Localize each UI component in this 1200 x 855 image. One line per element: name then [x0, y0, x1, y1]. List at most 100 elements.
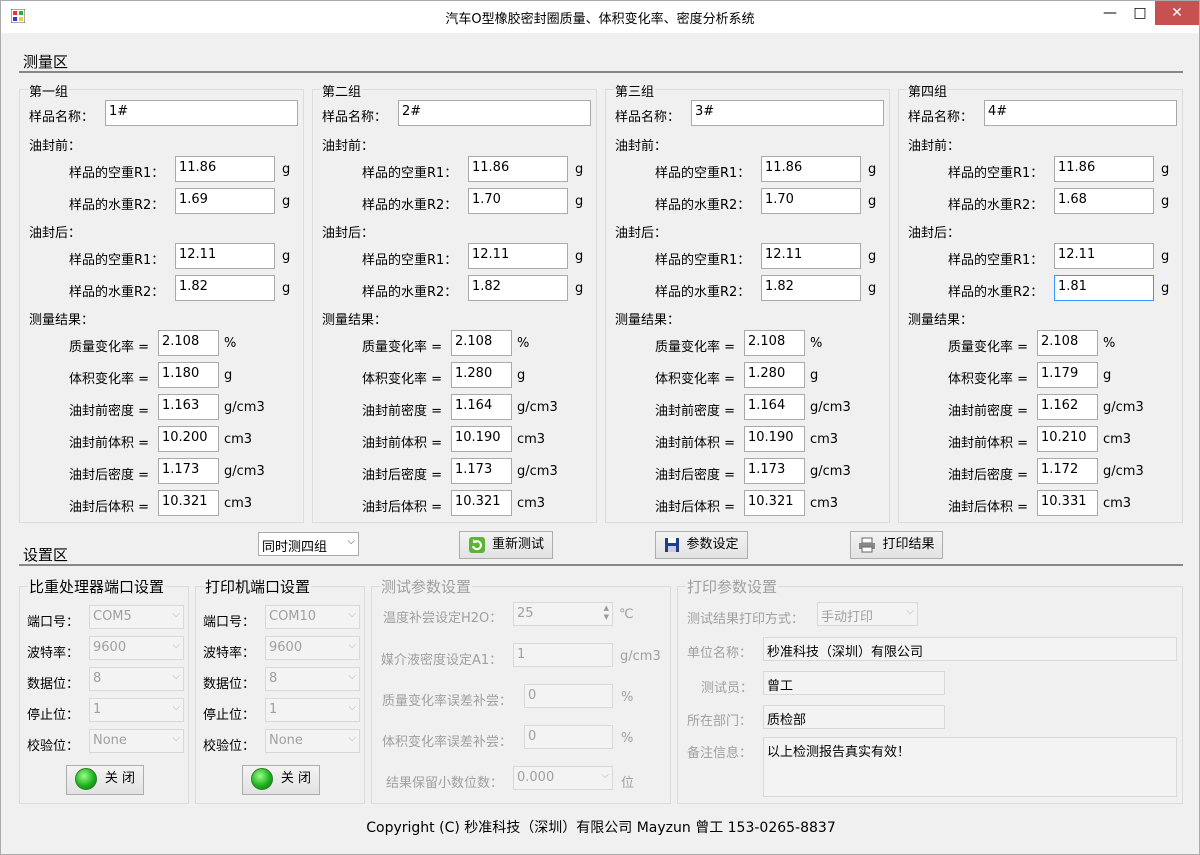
group-2-before-r1-input[interactable]: 11.86 [468, 156, 568, 182]
scale-stop-value: 1 [93, 702, 102, 717]
volume-before-unit: cm3 [810, 432, 839, 447]
group-1-sample-name-input[interactable]: 1# [105, 100, 298, 126]
printer-parity-select[interactable]: None ⌵ [265, 729, 360, 753]
medium-density-field[interactable]: 1 [513, 643, 613, 667]
company-field[interactable]: 秒准科技（深圳）有限公司 [763, 637, 1177, 661]
company-label: 单位名称： [687, 646, 753, 661]
group-3-before-r1-input[interactable]: 11.86 [761, 156, 861, 182]
group-3-before-r2-input[interactable]: 1.70 [761, 188, 861, 214]
group-3-volume-before-value[interactable]: 10.190 [744, 426, 805, 452]
group-1-volume-before-value[interactable]: 10.200 [158, 426, 219, 452]
printer-data-select[interactable]: 8 ⌵ [265, 667, 360, 691]
scale-baud-select[interactable]: 9600 ⌵ [89, 636, 184, 660]
group-2-sample-name-input[interactable]: 2# [398, 100, 591, 126]
printer-data-label: 数据位： [203, 677, 256, 692]
group-4-mass-rate-value[interactable]: 2.108 [1037, 330, 1098, 356]
scale-stop-select[interactable]: 1 ⌵ [89, 698, 184, 722]
group-2-density-before-value[interactable]: 1.164 [451, 394, 512, 420]
group-4-before-r2-input[interactable]: 1.68 [1054, 188, 1154, 214]
group-2-mass-rate-value[interactable]: 2.108 [451, 330, 512, 356]
group-3-mass-rate-value[interactable]: 2.108 [744, 330, 805, 356]
group-3-volume-after-value[interactable]: 10.321 [744, 490, 805, 516]
group-2-after-r2-input[interactable]: 1.82 [468, 275, 568, 301]
before-r1-label: 样品的空重R1： [69, 166, 165, 181]
maximize-button[interactable]: □ [1125, 1, 1155, 25]
decimals-unit: 位 [621, 776, 635, 791]
mass-comp-unit: % [621, 690, 634, 705]
title-bar: 汽车O型橡胶密封圈质量、体积变化率、密度分析系统 — □ ✕ [1, 1, 1199, 33]
printer-port-close-button[interactable]: 关 闭 [242, 765, 320, 795]
printer-parity-value: None [269, 733, 303, 748]
mass-rate-unit: % [224, 336, 237, 351]
chevron-down-icon: ⌵ [172, 733, 180, 744]
department-field[interactable]: 质检部 [763, 705, 945, 729]
group-3-volume-rate-value[interactable]: 1.280 [744, 362, 805, 388]
volume-after-label: 油封后体积 = [362, 500, 443, 515]
group-2-volume-rate-value[interactable]: 1.280 [451, 362, 512, 388]
after-r1-label: 样品的空重R1： [948, 253, 1044, 268]
group-4-after-r1-input[interactable]: 12.11 [1054, 243, 1154, 269]
printer-stop-select[interactable]: 1 ⌵ [265, 698, 360, 722]
group-2-density-after-value[interactable]: 1.173 [451, 458, 512, 484]
group-1-after-r1-input[interactable]: 12.11 [175, 243, 275, 269]
mass-comp-field[interactable]: 0 [524, 684, 613, 708]
print-results-button[interactable]: 打印结果 [850, 531, 943, 559]
remark-textarea[interactable]: 以上检测报告真实有效！ [763, 737, 1177, 797]
group-4-density-before-value[interactable]: 1.162 [1037, 394, 1098, 420]
group-1-after-r2-input[interactable]: 1.82 [175, 275, 275, 301]
measure-mode-select[interactable]: 同时测四组 ⌵ [258, 532, 359, 556]
density-before-unit: g/cm3 [810, 400, 851, 415]
group-4-before-r1-input[interactable]: 11.86 [1054, 156, 1154, 182]
vol-comp-unit: % [621, 731, 634, 746]
tester-field[interactable]: 曾工 [763, 671, 945, 695]
group-2-volume-after-value[interactable]: 10.321 [451, 490, 512, 516]
settings-area-title: 设置区 [23, 546, 69, 564]
unit-g: g [868, 249, 877, 264]
group-2-before-r2-input[interactable]: 1.70 [468, 188, 568, 214]
before-r2-label: 样品的水重R2： [69, 198, 165, 213]
group-1-density-after-value[interactable]: 1.173 [158, 458, 219, 484]
group-3-after-r2-input[interactable]: 1.82 [761, 275, 861, 301]
volume-before-label: 油封前体积 = [948, 436, 1029, 451]
close-window-button[interactable]: ✕ [1155, 1, 1199, 25]
print-mode-select[interactable]: 手动打印 ⌵ [817, 602, 918, 626]
group-4-volume-rate-value[interactable]: 1.179 [1037, 362, 1098, 388]
group-1-before-r1-input[interactable]: 11.86 [175, 156, 275, 182]
scale-port-select[interactable]: COM5 ⌵ [89, 605, 184, 629]
group-1-before-r2-input[interactable]: 1.69 [175, 188, 275, 214]
scale-port-close-button[interactable]: 关 闭 [66, 765, 144, 795]
group-4-volume-after-value[interactable]: 10.331 [1037, 490, 1098, 516]
density-before-unit: g/cm3 [224, 400, 265, 415]
unit-g: g [868, 194, 877, 209]
scale-parity-select[interactable]: None ⌵ [89, 729, 184, 753]
parameter-settings-button[interactable]: 参数设定 [655, 531, 748, 559]
group-3-density-after-value[interactable]: 1.173 [744, 458, 805, 484]
before-r2-label: 样品的水重R2： [948, 198, 1044, 213]
group-4-sample-name-input[interactable]: 4# [984, 100, 1177, 126]
vol-comp-field[interactable]: 0 [524, 725, 613, 749]
group-3-after-r1-input[interactable]: 12.11 [761, 243, 861, 269]
chevron-down-icon: ⌵ [348, 671, 356, 682]
printer-baud-select[interactable]: 9600 ⌵ [265, 636, 360, 660]
refresh-icon [468, 537, 485, 553]
group-4-density-after-value[interactable]: 1.172 [1037, 458, 1098, 484]
group-1-volume-rate-value[interactable]: 1.180 [158, 362, 219, 388]
group-2-after-r1-input[interactable]: 12.11 [468, 243, 568, 269]
unit-g: g [282, 162, 291, 177]
group-2-volume-before-value[interactable]: 10.190 [451, 426, 512, 452]
group-1-mass-rate-value[interactable]: 2.108 [158, 330, 219, 356]
medium-density-unit: g/cm3 [620, 649, 661, 664]
temp-comp-spinner[interactable]: 25 ▲ ▼ [513, 602, 613, 626]
group-1-density-before-value[interactable]: 1.163 [158, 394, 219, 420]
decimals-select[interactable]: 0.000 ⌵ [513, 766, 613, 790]
group-4-after-r2-input[interactable]: 1.81 [1054, 275, 1154, 301]
printer-port-label: 端口号： [203, 615, 256, 630]
group-3-density-before-value[interactable]: 1.164 [744, 394, 805, 420]
group-4-volume-before-value[interactable]: 10.210 [1037, 426, 1098, 452]
group-3-sample-name-input[interactable]: 3# [691, 100, 884, 126]
minimize-button[interactable]: — [1095, 1, 1125, 25]
scale-data-select[interactable]: 8 ⌵ [89, 667, 184, 691]
printer-port-select[interactable]: COM10 ⌵ [265, 605, 360, 629]
group-1-volume-after-value[interactable]: 10.321 [158, 490, 219, 516]
retest-button[interactable]: 重新测试 [459, 531, 553, 559]
